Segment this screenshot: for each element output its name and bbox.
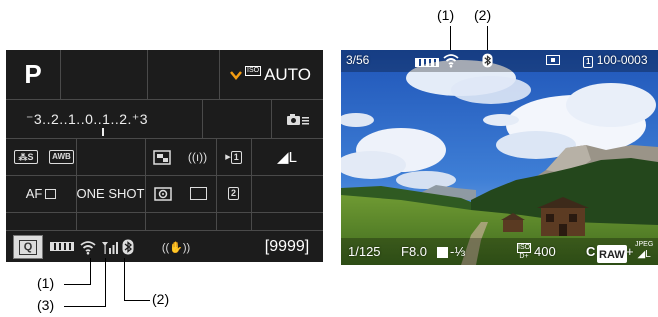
callout-line-2-bottom-v [124,258,125,300]
exposure-compensation-scale[interactable]: ⁻3..2..1..0..1..2.⁺3 [26,102,196,136]
grid-line [6,212,323,213]
q-button[interactable]: Q [13,235,43,259]
af-frame-icon [45,188,57,199]
signal-strength-icon [100,237,120,257]
aperture: F8.0 [401,244,428,259]
play-card-icon: ▸ 1 [225,150,242,164]
grid-line [147,50,148,99]
af-operation-button[interactable]: ONE SHOT [76,175,145,212]
plus-sign: + [626,244,634,259]
af-method-label: AF [25,186,43,201]
callout-line-3-bottom-h [64,306,106,307]
callout-1-bottom: (1) [37,275,55,291]
exposure-scale-text: ⁻3..2..1..0..1..2.⁺3 [26,110,149,127]
bluetooth-icon [120,237,136,257]
battery-icon-playback [415,58,439,67]
bluetooth-icon-playback [482,53,493,73]
landscape-photo [341,50,658,265]
iso-auto-arrow-icon [230,70,242,80]
card-2-icon: 2 [227,187,239,200]
image-quality-icon: ◢L [277,148,297,166]
picture-style-button[interactable]: ⁂S [6,138,46,175]
af-operation-label: ONE SHOT [76,186,145,201]
iso-setting[interactable]: ISO AUTO [219,50,323,99]
raw-prefix: C [586,244,596,259]
white-balance-icon: AWB [49,149,74,164]
shooting-mode-label: P [24,59,42,89]
af-point-icon [546,55,560,65]
picture-style-icon: ⁂S [14,149,38,164]
battery-icon [50,242,74,251]
image-quality-button[interactable]: ◢L [251,138,323,175]
white-balance-button[interactable]: AWB [46,138,77,175]
raw-badge: RAW [597,245,627,263]
shutter-speed: 1/125 [348,244,381,259]
card-1-icon: 1 [583,56,594,68]
iso-auto-label: AUTO [264,64,311,84]
jpeg-quality: JPEG ◢L [635,241,654,260]
callout-2-top: (2) [474,7,492,23]
single-shot-icon [190,187,207,200]
iso-tag: ISO [245,65,262,76]
file-number-label: 100-0003 [596,53,648,67]
metering-button[interactable] [145,175,181,212]
file-number: 1 100-0003 [583,53,648,68]
metering-icon [154,186,172,201]
exposure-indicator [102,128,104,136]
grid-line [202,99,203,138]
exposure-comp: -⅓ [450,244,466,259]
callout-2-bottom: (2) [152,291,170,307]
wifi-icon [78,237,98,257]
metering-mode-button[interactable] [145,138,179,175]
exposure-comp-icon [437,247,448,258]
grid-line [6,230,323,231]
callout-line-3-bottom-v [105,258,106,306]
playback-screen: 3/56 1 100-0003 1/125 F8.0 -⅓ ISO D+ 400… [341,50,658,265]
iso-value: 400 [534,244,556,259]
drive-mode-button[interactable]: ▸ 1 [216,138,251,175]
shots-remaining: [9999] [251,235,323,259]
auto-lighting-optimizer-icon [153,149,171,165]
image-stabilizer-icon: ((✋)) [161,241,191,254]
callout-line-1-bottom-h [64,284,91,285]
shots-remaining-label: [9999] [264,238,310,255]
card-select-button[interactable]: 2 [216,175,251,212]
wireless-button[interactable]: ((ı)) [179,138,216,175]
af-method-button[interactable]: AF [6,175,76,212]
callout-3-bottom: (3) [37,297,55,313]
shooting-mode[interactable]: P [6,50,60,99]
callout-line-1-bottom-v [90,258,91,284]
file-counter: 3/56 [346,53,370,67]
iso-badge: ISO D+ [517,243,531,260]
wireless-icon: ((ı)) [187,149,208,164]
quick-control-screen: P ISO AUTO ⁻3..2..1..0..1..2.⁺3 ⁂S AWB (… [6,50,323,262]
camera-settings-button[interactable] [272,99,323,138]
wifi-icon-playback [442,52,460,73]
drive-single-button[interactable] [181,175,216,212]
camera-settings-icon [286,113,309,125]
q-button-label: Q [18,239,38,255]
grid-line [60,50,61,99]
callout-1-top: (1) [437,7,455,23]
callout-line-2-bottom-h [124,300,150,301]
